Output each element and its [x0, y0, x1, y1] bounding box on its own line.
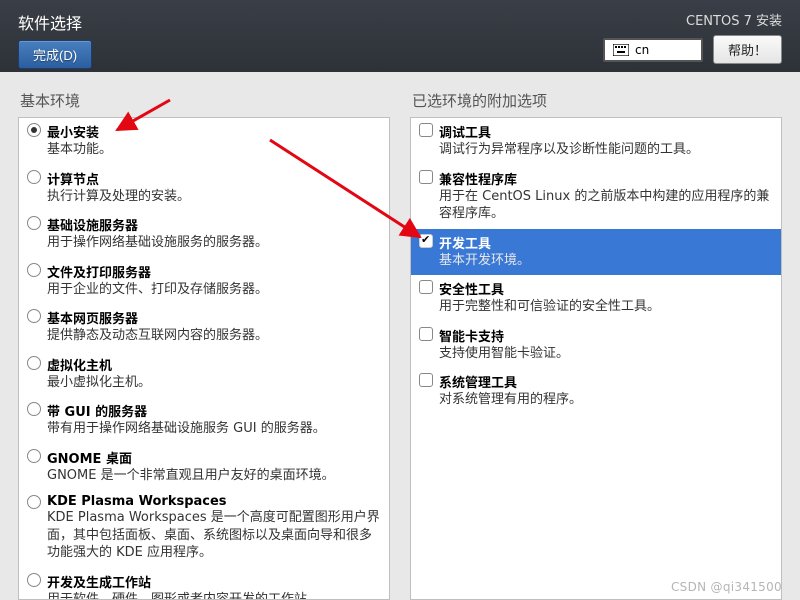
- option-desc: GNOME 是一个非常直观且用户友好的桌面环境。: [47, 467, 381, 485]
- content-area: 基本环境 最小安装基本功能。计算节点执行计算及处理的安装。基础设施服务器用于操作…: [0, 72, 800, 600]
- option-label: 文件及打印服务器: [47, 262, 151, 281]
- option-desc: 基本功能。: [47, 141, 381, 159]
- installer-label: CENTOS 7 安装: [686, 10, 782, 29]
- addon-item[interactable]: 调试工具调试行为异常程序以及诊断性能问题的工具。: [411, 118, 781, 165]
- addons-panel: 已选环境的附加选项 调试工具调试行为异常程序以及诊断性能问题的工具。兼容性程序库…: [410, 90, 782, 600]
- option-label: 开发工具: [439, 233, 491, 252]
- checkbox-icon[interactable]: [419, 123, 433, 137]
- base-env-item[interactable]: 基础设施服务器用于操作网络基础设施服务的服务器。: [19, 211, 389, 258]
- addons-list-box: 调试工具调试行为异常程序以及诊断性能问题的工具。兼容性程序库用于在 CentOS…: [410, 117, 782, 600]
- base-env-item[interactable]: 基本网页服务器提供静态及动态互联网内容的服务器。: [19, 304, 389, 351]
- option-label: 安全性工具: [439, 279, 504, 298]
- option-desc: 对系统管理有用的程序。: [439, 391, 773, 409]
- option-desc: 调试行为异常程序以及诊断性能问题的工具。: [439, 141, 773, 159]
- addon-item[interactable]: 智能卡支持支持使用智能卡验证。: [411, 322, 781, 369]
- option-desc: KDE Plasma Workspaces 是一个高度可配置图形用户界面，其中包…: [47, 509, 381, 562]
- header-left: 软件选择 完成(D): [18, 10, 92, 69]
- keyboard-layout-indicator[interactable]: cn: [603, 38, 703, 62]
- option-label: 基本网页服务器: [47, 308, 138, 327]
- radio-icon[interactable]: [27, 495, 41, 509]
- option-label: 带 GUI 的服务器: [47, 401, 147, 420]
- option-desc: 用于完整性和可信验证的安全性工具。: [439, 298, 773, 316]
- option-label: 兼容性程序库: [439, 169, 517, 188]
- base-env-item[interactable]: 虚拟化主机最小虚拟化主机。: [19, 351, 389, 398]
- base-env-item[interactable]: 文件及打印服务器用于企业的文件、打印及存储服务器。: [19, 258, 389, 305]
- radio-icon[interactable]: [27, 309, 41, 323]
- addon-item[interactable]: 兼容性程序库用于在 CentOS Linux 的之前版本中构建的应用程序的兼容程…: [411, 165, 781, 229]
- option-label: 开发及生成工作站: [47, 572, 151, 591]
- base-environment-panel: 基本环境 最小安装基本功能。计算节点执行计算及处理的安装。基础设施服务器用于操作…: [18, 90, 390, 600]
- checkbox-icon[interactable]: [419, 280, 433, 294]
- radio-icon[interactable]: [27, 263, 41, 277]
- radio-icon[interactable]: [27, 170, 41, 184]
- base-env-item[interactable]: GNOME 桌面GNOME 是一个非常直观且用户友好的桌面环境。: [19, 444, 389, 491]
- option-desc: 用于操作网络基础设施服务的服务器。: [47, 234, 381, 252]
- base-env-item[interactable]: KDE Plasma WorkspacesKDE Plasma Workspac…: [19, 490, 389, 568]
- option-desc: 基本开发环境。: [439, 252, 773, 270]
- radio-icon[interactable]: [27, 402, 41, 416]
- base-environment-title: 基本环境: [18, 90, 390, 111]
- option-label: 智能卡支持: [439, 326, 504, 345]
- base-env-item[interactable]: 带 GUI 的服务器带有用于操作网络基础设施服务 GUI 的服务器。: [19, 397, 389, 444]
- header-right: CENTOS 7 安装 cn 帮助！: [603, 10, 782, 64]
- addon-item[interactable]: 系统管理工具对系统管理有用的程序。: [411, 368, 781, 415]
- option-label: KDE Plasma Workspaces: [47, 494, 227, 509]
- option-label: 最小安装: [47, 122, 99, 141]
- option-desc: 用于企业的文件、打印及存储服务器。: [47, 281, 381, 299]
- base-environment-list: 最小安装基本功能。计算节点执行计算及处理的安装。基础设施服务器用于操作网络基础设…: [19, 118, 389, 600]
- radio-icon[interactable]: [27, 123, 41, 137]
- base-env-item[interactable]: 计算节点执行计算及处理的安装。: [19, 165, 389, 212]
- base-environment-list-box: 最小安装基本功能。计算节点执行计算及处理的安装。基础设施服务器用于操作网络基础设…: [18, 117, 390, 600]
- checkbox-icon[interactable]: [419, 327, 433, 341]
- help-button[interactable]: 帮助！: [713, 35, 782, 64]
- option-label: 计算节点: [47, 169, 99, 188]
- option-label: 虚拟化主机: [47, 355, 112, 374]
- header-controls: cn 帮助！: [603, 35, 782, 64]
- option-label: GNOME 桌面: [47, 448, 132, 467]
- base-env-item[interactable]: 开发及生成工作站用于软件、硬件、图形或者内容开发的工作站。: [19, 568, 389, 600]
- addon-item[interactable]: 安全性工具用于完整性和可信验证的安全性工具。: [411, 275, 781, 322]
- page-title: 软件选择: [18, 10, 92, 34]
- keyboard-layout-code: cn: [635, 43, 649, 57]
- done-button[interactable]: 完成(D): [18, 40, 92, 69]
- checkbox-icon[interactable]: [419, 170, 433, 184]
- option-desc: 带有用于操作网络基础设施服务 GUI 的服务器。: [47, 420, 381, 438]
- addon-item[interactable]: 开发工具基本开发环境。: [411, 229, 781, 276]
- option-desc: 最小虚拟化主机。: [47, 374, 381, 392]
- option-label: 系统管理工具: [439, 372, 517, 391]
- option-desc: 支持使用智能卡验证。: [439, 345, 773, 363]
- option-label: 调试工具: [439, 122, 491, 141]
- radio-icon[interactable]: [27, 449, 41, 463]
- base-env-item[interactable]: 最小安装基本功能。: [19, 118, 389, 165]
- radio-icon[interactable]: [27, 356, 41, 370]
- addons-list: 调试工具调试行为异常程序以及诊断性能问题的工具。兼容性程序库用于在 CentOS…: [411, 118, 781, 415]
- checkbox-icon[interactable]: [419, 234, 433, 248]
- radio-icon[interactable]: [27, 216, 41, 230]
- radio-icon[interactable]: [27, 573, 41, 587]
- header-bar: 软件选择 完成(D) CENTOS 7 安装 cn 帮助！: [0, 0, 800, 72]
- addons-title: 已选环境的附加选项: [410, 90, 782, 111]
- watermark: CSDN @qi341500: [671, 580, 782, 594]
- option-label: 基础设施服务器: [47, 215, 138, 234]
- option-desc: 执行计算及处理的安装。: [47, 188, 381, 206]
- option-desc: 用于在 CentOS Linux 的之前版本中构建的应用程序的兼容程序库。: [439, 188, 773, 223]
- checkbox-icon[interactable]: [419, 373, 433, 387]
- keyboard-icon: [613, 44, 629, 56]
- option-desc: 提供静态及动态互联网内容的服务器。: [47, 327, 381, 345]
- option-desc: 用于软件、硬件、图形或者内容开发的工作站。: [47, 591, 381, 600]
